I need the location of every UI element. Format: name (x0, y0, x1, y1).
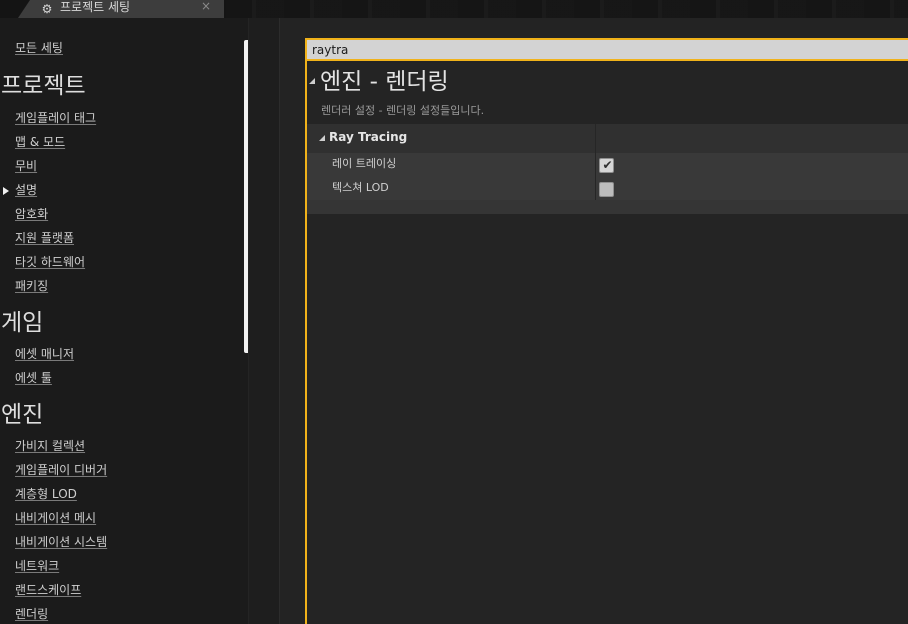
gear-icon: ⚙ (41, 2, 53, 16)
sidebar-item-packaging[interactable]: 패키징 (15, 279, 48, 294)
sidebar-item-gameplay-tags[interactable]: 게임플레이 태그 (15, 111, 96, 126)
category-description: 렌더러 설정 - 렌더링 설정들입니다. (321, 104, 485, 117)
sidebar-item-navigation-mesh[interactable]: 내비게이션 메시 (15, 511, 96, 526)
search-input[interactable] (307, 40, 908, 61)
panel-splitter[interactable] (248, 18, 280, 624)
sidebar-item-encryption[interactable]: 암호화 (15, 207, 48, 222)
property-label-ray-tracing: 레이 트레이싱 (332, 157, 397, 170)
collapse-arrow-icon[interactable] (309, 78, 315, 84)
sidebar-section-game: 게임 (1, 310, 44, 336)
sidebar-section-project: 프로젝트 (1, 73, 86, 99)
tab-project-settings[interactable]: ⚙ 프로젝트 세팅 × (18, 0, 224, 18)
sidebar-item-gameplay-debugger[interactable]: 게임플레이 디버거 (15, 463, 107, 478)
sidebar-item-description[interactable]: 설명 (15, 183, 37, 198)
sidebar-item-all-settings[interactable]: 모든 세팅 (15, 41, 63, 56)
close-icon[interactable]: × (199, 0, 213, 14)
ray-tracing-checkbox[interactable]: ✔ (599, 158, 614, 173)
sidebar-item-network[interactable]: 네트워크 (15, 559, 59, 574)
ray-tracing-section: Ray Tracing 레이 트레이싱 ✔ 텍스쳐 LOD (307, 124, 908, 214)
active-item-arrow-icon (3, 187, 9, 195)
category-title: 엔진 - 렌더링 (320, 69, 449, 95)
tab-title: 프로젝트 세팅 (60, 0, 131, 14)
settings-sidebar: 모든 세팅 프로젝트 게임플레이 태그 맵 & 모드 무비 설명 암호화 지원 … (0, 18, 250, 624)
section-header[interactable]: Ray Tracing (307, 124, 908, 153)
sidebar-item-asset-manager[interactable]: 에셋 매니저 (15, 347, 74, 362)
sidebar-item-movies[interactable]: 무비 (15, 159, 37, 174)
sidebar-item-asset-tools[interactable]: 에셋 툴 (15, 371, 52, 386)
checkmark-icon: ✔ (602, 158, 613, 172)
sidebar-item-rendering[interactable]: 렌더링 (15, 607, 48, 622)
sidebar-item-garbage-collection[interactable]: 가비지 컬렉션 (15, 439, 85, 454)
section-footer (307, 200, 908, 214)
sidebar-item-maps-modes[interactable]: 맵 & 모드 (15, 135, 65, 150)
sidebar-item-hierarchical-lod[interactable]: 계층형 LOD (15, 487, 77, 502)
sidebar-item-target-hardware[interactable]: 타깃 하드웨어 (15, 255, 85, 270)
texture-lod-checkbox[interactable] (599, 182, 614, 197)
tab-bar: ⚙ 프로젝트 세팅 × (0, 0, 908, 18)
project-settings-window: ⚙ 프로젝트 세팅 × 모든 세팅 프로젝트 게임플레이 태그 맵 & 모드 무… (0, 0, 908, 624)
sidebar-item-navigation-system[interactable]: 내비게이션 시스템 (15, 535, 107, 550)
property-label-texture-lod: 텍스쳐 LOD (332, 181, 389, 194)
sidebar-item-landscape[interactable]: 랜드스케이프 (15, 583, 81, 598)
sidebar-section-engine: 엔진 (1, 402, 44, 428)
tab-bar-background (226, 0, 908, 18)
section-title: Ray Tracing (329, 130, 408, 144)
sidebar-item-supported-platforms[interactable]: 지원 플랫폼 (15, 231, 74, 246)
expand-arrow-icon[interactable] (319, 135, 325, 141)
